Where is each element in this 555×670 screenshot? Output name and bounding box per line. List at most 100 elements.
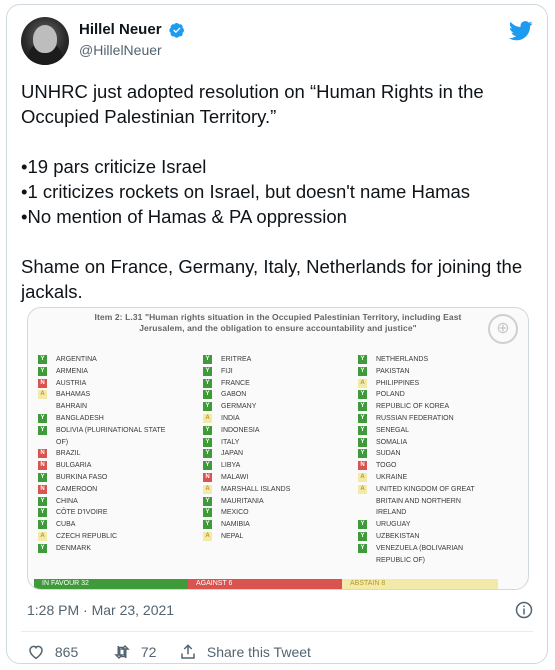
tweet-bullet: •19 pars criticize Israel	[21, 156, 207, 177]
vote-mark: Y	[38, 508, 47, 518]
vote-mark: Y	[203, 437, 212, 447]
verified-badge-icon	[169, 22, 184, 38]
vote-mark: Y	[358, 531, 367, 541]
vote-country: CZECH REPUBLIC	[56, 532, 118, 540]
heart-icon	[29, 645, 43, 660]
vote-mark: Y	[203, 355, 212, 364]
vote-mark: Y	[203, 449, 212, 459]
vote-country: UZBEKISTAN	[376, 532, 420, 540]
vote-country: SUDAN	[376, 450, 401, 458]
vote-mark: Y	[38, 543, 47, 553]
vote-country: MALAWI	[221, 473, 249, 481]
vote-mark: Y	[38, 425, 47, 435]
tally-in-favour: IN FAVOUR 32	[34, 579, 188, 589]
vote-mark: A	[358, 378, 367, 388]
vote-mark: Y	[203, 508, 212, 518]
tweet-image[interactable]: Item 2: L.31 "Human rights situation in …	[27, 307, 529, 590]
like-count: 865	[54, 644, 79, 661]
vote-country: URUGUAY	[376, 521, 411, 529]
vote-country: UKRAINE	[376, 473, 408, 481]
retweet-icon	[114, 645, 130, 660]
share-label: Share this Tweet	[206, 644, 311, 661]
vote-country: BOLIVIA (PLURINATIONAL STATE	[56, 426, 166, 434]
vote-mark: N	[38, 484, 47, 494]
tweet-bullet: •1 criticizes rockets on Israel, but doe…	[21, 181, 471, 202]
vote-country: NAMIBIA	[221, 521, 250, 529]
share-button[interactable]: Share this Tweet	[179, 643, 311, 661]
vote-country: ITALY	[221, 438, 240, 446]
vote-country: GABON	[221, 391, 247, 399]
vote-country: FIJI	[221, 367, 233, 375]
vote-country: BURKINA FASO	[56, 473, 108, 481]
vote-mark: N	[203, 472, 212, 482]
vote-mark: A	[38, 390, 47, 400]
vote-country: REPUBLIC OF)	[376, 556, 426, 564]
vote-mark: Y	[358, 437, 367, 447]
vote-country: BAHRAIN	[56, 403, 88, 411]
share-icon	[181, 644, 195, 660]
vote-country: SOMALIA	[376, 438, 408, 446]
vote-mark: Y	[358, 543, 367, 553]
vote-country: FRANCE	[221, 379, 250, 387]
tweet-timestamp[interactable]: 1:28 PM · Mar 23, 2021	[27, 602, 174, 618]
like-button[interactable]: 865	[27, 643, 78, 661]
vote-mark: Y	[203, 378, 212, 388]
vote-mark: Y	[358, 402, 367, 412]
vote-country: RUSSIAN FEDERATION	[376, 414, 454, 422]
divider	[21, 631, 533, 632]
vote-country: IRELAND	[376, 509, 407, 517]
info-icon[interactable]	[515, 601, 533, 619]
vote-country: MARSHALL ISLANDS	[221, 485, 291, 493]
vote-mark: N	[38, 461, 47, 471]
vote-country: CÔTE D'IVOIRE	[56, 509, 108, 517]
vote-country: CHINA	[56, 497, 78, 505]
vote-mark: A	[203, 484, 212, 494]
vote-country: CUBA	[56, 521, 76, 529]
author-block[interactable]: Hillel Neuer @HillelNeuer	[79, 21, 185, 58]
vote-country: BULGARIA	[56, 462, 92, 470]
vote-country: INDONESIA	[221, 426, 260, 434]
tweet-paragraph: UNHRC just adopted resolution on “Human …	[21, 81, 484, 127]
vote-country: ARGENTINA	[56, 356, 97, 363]
retweet-button[interactable]: 72	[113, 643, 156, 661]
vote-mark: Y	[38, 520, 47, 530]
author-handle[interactable]: @HillelNeuer	[79, 42, 185, 58]
vote-country: ARMENIA	[56, 367, 88, 375]
vote-mark: Y	[38, 413, 47, 423]
vote-country: CAMEROON	[56, 485, 98, 493]
vote-mark: Y	[203, 496, 212, 506]
vote-country: VENEZUELA (BOLIVARIAN	[376, 544, 464, 552]
twitter-bird-icon[interactable]	[509, 21, 533, 41]
vote-mark: Y	[203, 425, 212, 435]
vote-country: MEXICO	[221, 509, 249, 517]
author-display-name[interactable]: Hillel Neuer	[79, 21, 162, 38]
vote-country: MAURITANIA	[221, 497, 264, 505]
vote-country: AUSTRIA	[56, 379, 87, 387]
vote-mark: A	[203, 413, 212, 423]
vote-country: NETHERLANDS	[376, 356, 429, 363]
vote-country: UNITED KINGDOM OF GREAT	[376, 485, 475, 493]
vote-mark: Y	[203, 520, 212, 530]
vote-country: BANGLADESH	[56, 414, 104, 422]
vote-mark: N	[38, 449, 47, 459]
vote-mark: A	[38, 531, 47, 541]
vote-title: Item 2: L.31 "Human rights situation in …	[94, 312, 462, 333]
vote-country: PHILIPPINES	[376, 379, 420, 387]
vote-mark: Y	[38, 366, 47, 376]
vote-mark: Y	[358, 390, 367, 400]
vote-country: LIBYA	[221, 462, 241, 470]
vote-mark: Y	[358, 355, 367, 364]
tweet-paragraph: Shame on France, Germany, Italy, Netherl…	[21, 256, 523, 302]
vote-country: SENEGAL	[376, 426, 410, 434]
avatar[interactable]	[21, 17, 69, 65]
vote-country: ERITREA	[221, 356, 252, 363]
vote-country: INDIA	[221, 414, 240, 422]
vote-country: BRAZIL	[56, 450, 81, 458]
tally-against: AGAINST 6	[188, 579, 342, 589]
vote-mark: Y	[203, 461, 212, 471]
vote-mark: A	[358, 472, 367, 482]
vote-mark: Y	[38, 355, 47, 364]
vote-mark: Y	[38, 472, 47, 482]
vote-mark: N	[38, 378, 47, 388]
vote-country: DENMARK	[56, 544, 92, 552]
